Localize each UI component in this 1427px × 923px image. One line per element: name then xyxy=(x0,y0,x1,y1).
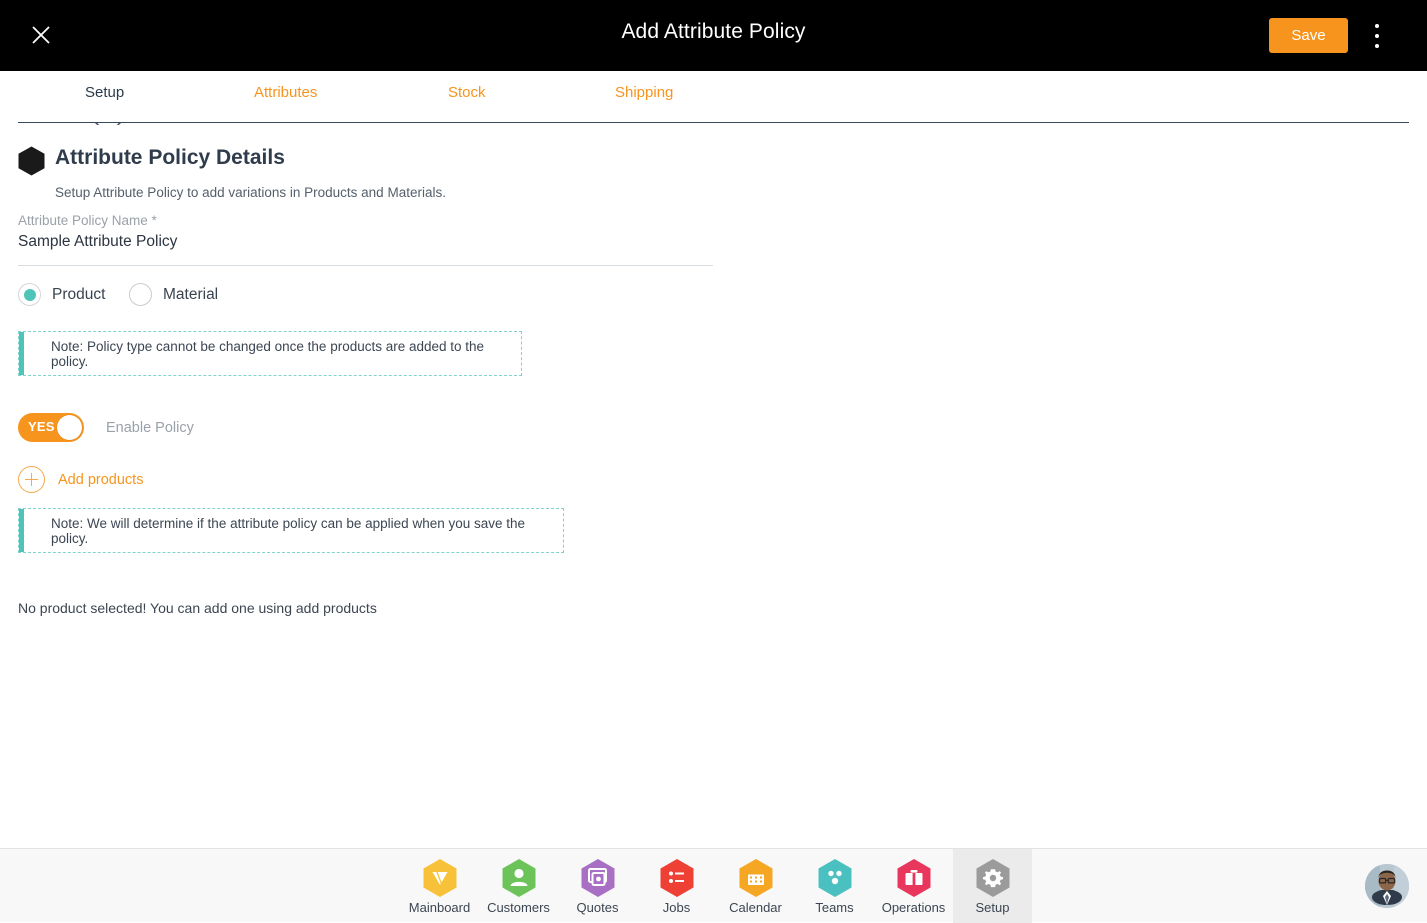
note-policy-type-text: Note: Policy type cannot be changed once… xyxy=(51,338,485,369)
plus-circle-icon xyxy=(18,466,45,493)
operations-icon xyxy=(897,858,930,897)
nav-label-teams: Teams xyxy=(815,899,854,915)
mainboard-icon xyxy=(423,858,456,897)
nav-item-list: Mainboard Customers Quotes Jobs Calendar… xyxy=(400,849,1032,923)
toggle-knob xyxy=(57,415,82,440)
nav-item-teams[interactable]: Teams xyxy=(795,849,874,923)
tab-bar: Setup Attributes Stock Shipping xyxy=(0,71,1427,135)
enable-policy-toggle[interactable]: YES xyxy=(18,413,84,442)
tab-setup[interactable]: Setup xyxy=(85,84,124,101)
add-products-label: Add products xyxy=(58,471,144,488)
app-header: Add Attribute Policy Save xyxy=(0,0,1427,71)
radio-material-label: Material xyxy=(163,285,219,303)
save-button[interactable]: Save xyxy=(1269,18,1348,53)
note-apply-policy-text: Note: We will determine if the attribute… xyxy=(51,515,526,546)
nav-item-quotes[interactable]: Quotes xyxy=(558,849,637,923)
nav-label-mainboard: Mainboard xyxy=(408,899,471,915)
customers-icon xyxy=(502,858,535,897)
kebab-dot xyxy=(1375,34,1379,38)
page-title: Add Attribute Policy xyxy=(621,20,806,43)
attribute-policy-name-input[interactable] xyxy=(18,233,698,251)
hexagon-icon xyxy=(18,146,45,176)
section-subtitle: Setup Attribute Policy to add variations… xyxy=(55,185,446,200)
kebab-dot xyxy=(1375,24,1379,28)
kebab-dot xyxy=(1375,44,1379,48)
radio-material[interactable]: Material xyxy=(129,283,218,306)
calendar-icon xyxy=(739,858,772,897)
add-products-button[interactable]: Add products xyxy=(18,466,143,493)
nav-label-operations: Operations xyxy=(881,899,946,915)
nav-label-setup: Setup xyxy=(975,899,1010,915)
input-underline xyxy=(18,265,713,266)
kebab-menu-icon[interactable] xyxy=(1366,22,1388,50)
nav-item-mainboard[interactable]: Mainboard xyxy=(400,849,479,923)
avatar-image xyxy=(1365,864,1409,908)
setup-gear-icon xyxy=(976,858,1009,897)
radio-material-circle-icon xyxy=(129,283,152,306)
attribute-policy-name-label: Attribute Policy Name * xyxy=(18,213,157,228)
section-title: Attribute Policy Details xyxy=(55,146,285,169)
note-accent-bar xyxy=(19,332,24,375)
jobs-icon xyxy=(660,858,693,897)
radio-product-label: Product xyxy=(52,285,106,303)
nav-label-jobs: Jobs xyxy=(662,899,691,915)
user-avatar[interactable] xyxy=(1365,864,1409,908)
nav-item-calendar[interactable]: Calendar xyxy=(716,849,795,923)
main-content: Attribute Policy Details Setup Attribute… xyxy=(0,125,1427,848)
radio-product-circle-icon xyxy=(18,283,41,306)
teams-icon xyxy=(818,858,851,897)
nav-item-setup[interactable]: Setup xyxy=(953,849,1032,923)
quotes-icon xyxy=(581,858,614,897)
nav-label-customers: Customers xyxy=(487,899,550,915)
nav-item-jobs[interactable]: Jobs xyxy=(637,849,716,923)
note-accent-bar xyxy=(19,509,24,552)
nav-item-customers[interactable]: Customers xyxy=(479,849,558,923)
nav-label-quotes: Quotes xyxy=(576,899,619,915)
radio-selected-dot xyxy=(23,288,36,301)
nav-item-operations[interactable]: Operations xyxy=(874,849,953,923)
tab-attributes[interactable]: Attributes xyxy=(254,84,317,101)
note-apply-policy: Note: We will determine if the attribute… xyxy=(18,508,564,553)
enable-policy-row: YES Enable Policy xyxy=(18,413,194,442)
tab-stock[interactable]: Stock xyxy=(448,84,486,101)
tab-divider xyxy=(18,122,1409,123)
enable-policy-label: Enable Policy xyxy=(106,419,194,436)
empty-state-message: No product selected! You can add one usi… xyxy=(18,600,377,616)
radio-product[interactable]: Product xyxy=(18,283,105,306)
nav-label-calendar: Calendar xyxy=(729,899,782,915)
toggle-state-label: YES xyxy=(28,419,55,434)
bottom-navigation: Mainboard Customers Quotes Jobs Calendar… xyxy=(0,848,1427,923)
tab-shipping[interactable]: Shipping xyxy=(615,84,673,101)
note-policy-type: Note: Policy type cannot be changed once… xyxy=(18,331,522,376)
